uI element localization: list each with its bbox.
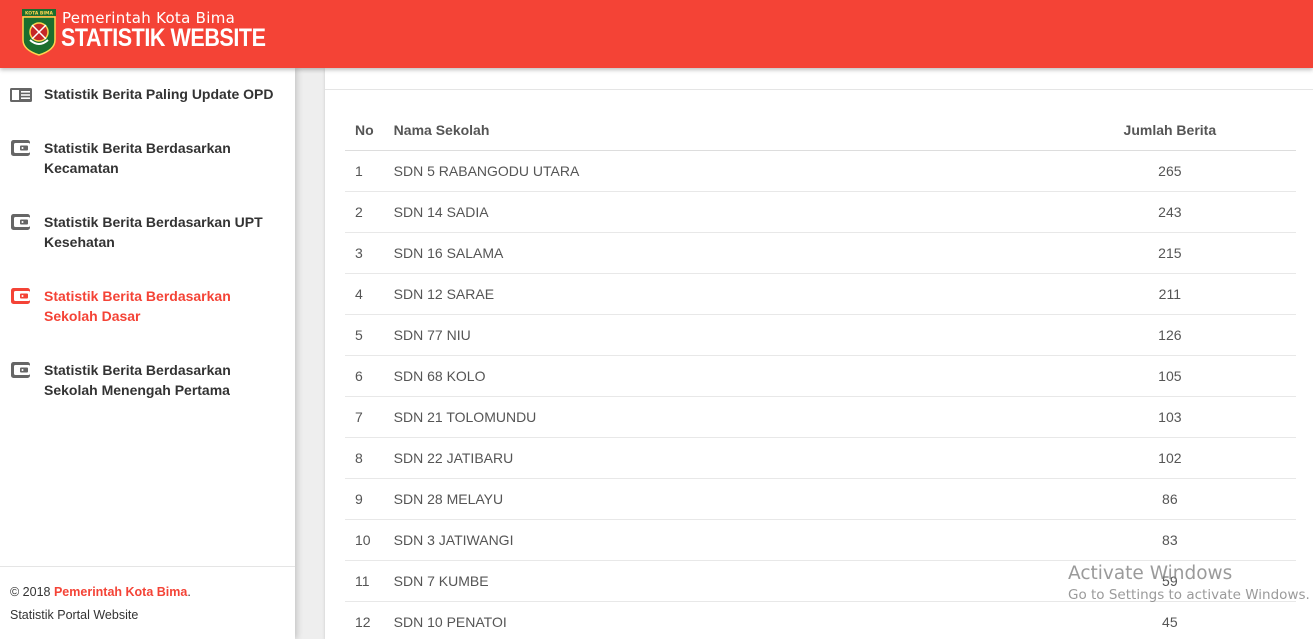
cell-no: 12 (345, 601, 384, 639)
column-header-no: No (345, 110, 384, 151)
table-row: 7 SDN 21 TOLOMUNDU 103 (345, 396, 1296, 438)
cell-name: SDN 14 SADIA (383, 191, 1044, 233)
cell-count: 211 (1043, 273, 1296, 315)
sidebar-item-label: Statistik Berita Paling Update OPD (44, 86, 274, 102)
cell-no: 11 (345, 560, 384, 602)
table-row: 5 SDN 77 NIU 126 (345, 314, 1296, 356)
cell-count: 86 (1043, 478, 1296, 520)
footer-brand-link[interactable]: Pemerintah Kota Bima (54, 585, 187, 599)
cell-no: 2 (345, 191, 384, 233)
cell-no: 5 (345, 314, 384, 356)
app-header: KOTA BIMA Pemerintah Kota Bima STATISTIK… (0, 0, 1313, 68)
sidebar-item-label: Statistik Berita Berdasarkan UPT Kesehat… (44, 214, 263, 250)
svg-text:KOTA BIMA: KOTA BIMA (25, 11, 53, 17)
header-title[interactable]: STATISTIK WEBSITE (61, 24, 266, 53)
cell-name: SDN 3 JATIWANGI (383, 519, 1044, 561)
copyright-line: © 2018 Pemerintah Kota Bima. (10, 581, 285, 604)
table-row: 4 SDN 12 SARAE 211 (345, 273, 1296, 315)
cell-name: SDN 22 JATIBARU (383, 437, 1044, 479)
table-row: 1 SDN 5 RABANGODU UTARA 265 (345, 150, 1296, 192)
table-header-row: No Nama Sekolah Jumlah Berita (345, 110, 1296, 151)
cell-count: 103 (1043, 396, 1296, 438)
column-header-count: Jumlah Berita (1043, 110, 1296, 151)
cell-name: SDN 7 KUMBE (383, 560, 1044, 602)
sidebar-footer: © 2018 Pemerintah Kota Bima. Statistik P… (0, 566, 295, 627)
newspaper-icon (10, 88, 32, 102)
cell-name: SDN 16 SALAMA (383, 232, 1044, 274)
city-emblem-icon[interactable]: KOTA BIMA (21, 8, 57, 56)
table-row: 11 SDN 7 KUMBE 59 (345, 560, 1296, 602)
cell-count: 102 (1043, 437, 1296, 479)
cell-count: 215 (1043, 232, 1296, 274)
table-row: 3 SDN 16 SALAMA 215 (345, 232, 1296, 274)
sidebar-item-label: Statistik Berita Berdasarkan Sekolah Das… (44, 288, 231, 324)
column-header-name: Nama Sekolah (383, 110, 1044, 151)
cell-no: 6 (345, 355, 384, 397)
wallet-icon (11, 140, 30, 156)
cell-count: 243 (1043, 191, 1296, 233)
copyright-text: © 2018 (10, 585, 54, 599)
cell-name: SDN 10 PENATOI (383, 601, 1044, 639)
cell-no: 4 (345, 273, 384, 315)
card-header (325, 68, 1313, 90)
table-row: 10 SDN 3 JATIWANGI 83 (345, 519, 1296, 561)
cell-name: SDN 28 MELAYU (383, 478, 1044, 520)
sidebar-item-label: Statistik Berita Berdasarkan Sekolah Men… (44, 362, 231, 398)
cell-name: SDN 68 KOLO (383, 355, 1044, 397)
sidebar: Statistik Berita Paling Update OPD Stati… (0, 68, 295, 639)
cell-no: 3 (345, 232, 384, 274)
cell-no: 10 (345, 519, 384, 561)
cell-name: SDN 5 RABANGODU UTARA (383, 150, 1044, 192)
cell-count: 45 (1043, 601, 1296, 639)
content-card: No Nama Sekolah Jumlah Berita 1 SDN 5 RAB… (325, 68, 1313, 639)
cell-name: SDN 12 SARAE (383, 273, 1044, 315)
cell-no: 1 (345, 150, 384, 192)
table-row: 9 SDN 28 MELAYU 86 (345, 478, 1296, 520)
copyright-period: . (187, 585, 191, 599)
wallet-icon (11, 288, 30, 304)
cell-no: 7 (345, 396, 384, 438)
table-row: 8 SDN 22 JATIBARU 102 (345, 437, 1296, 479)
cell-count: 59 (1043, 560, 1296, 602)
cell-name: SDN 21 TOLOMUNDU (383, 396, 1044, 438)
table-row: 2 SDN 14 SADIA 243 (345, 191, 1296, 233)
sidebar-item-label: Statistik Berita Berdasarkan Kecamatan (44, 140, 231, 176)
table-row: 6 SDN 68 KOLO 105 (345, 355, 1296, 397)
wallet-icon (11, 214, 30, 230)
cell-count: 105 (1043, 355, 1296, 397)
footer-tagline: Statistik Portal Website (10, 608, 139, 622)
cell-count: 83 (1043, 519, 1296, 561)
cell-name: SDN 77 NIU (383, 314, 1044, 356)
table-row: 12 SDN 10 PENATOI 45 (345, 601, 1296, 639)
school-news-table: No Nama Sekolah Jumlah Berita 1 SDN 5 RAB… (345, 110, 1296, 639)
cell-count: 126 (1043, 314, 1296, 356)
wallet-icon (11, 362, 30, 378)
cell-no: 8 (345, 437, 384, 479)
cell-no: 9 (345, 478, 384, 520)
cell-count: 265 (1043, 150, 1296, 192)
